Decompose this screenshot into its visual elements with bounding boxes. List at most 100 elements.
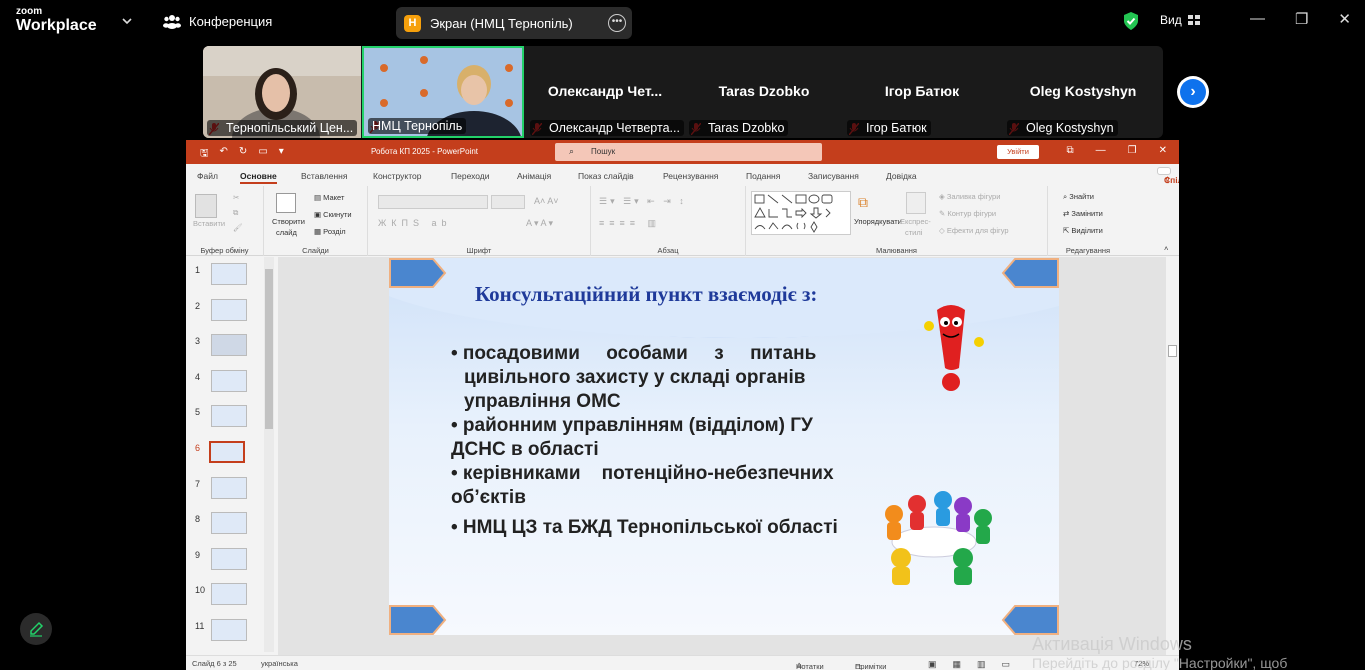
slide-thumbnail[interactable]: 5 bbox=[186, 403, 266, 433]
share-button[interactable]: ⇪ Спільний доступ bbox=[1157, 167, 1179, 195]
layout-button[interactable]: ▤ Макет bbox=[314, 193, 344, 202]
save-icon[interactable]: 🖫 bbox=[200, 146, 209, 163]
new-slide-label[interactable]: Створити bbox=[272, 217, 305, 226]
cut-icon[interactable]: ✂ bbox=[233, 193, 239, 202]
participant-tile[interactable]: Oleg Kostyshyn Oleg Kostyshyn bbox=[1003, 46, 1163, 138]
tab-slideshow[interactable]: Показ слайдів bbox=[578, 171, 634, 181]
section-button[interactable]: ▦ Розділ bbox=[314, 227, 346, 236]
quick-styles-label[interactable]: Експрес- bbox=[900, 217, 931, 226]
font-size-select[interactable] bbox=[491, 195, 525, 209]
participant-tile-video[interactable]: Тернопільський Цен... bbox=[203, 46, 361, 138]
pencil-icon bbox=[30, 621, 44, 637]
quick-styles-label-2[interactable]: стилі bbox=[905, 228, 922, 237]
paste-icon[interactable] bbox=[195, 194, 217, 218]
search-box[interactable]: ⌕ Пошук bbox=[555, 143, 822, 161]
replace-button[interactable]: ⇄ Замінити bbox=[1063, 209, 1103, 218]
slide-canvas[interactable]: Консультаційний пункт взаємодіє з: • пос… bbox=[389, 258, 1059, 635]
shape-outline-button[interactable]: ✎ Контур фігури bbox=[939, 209, 996, 218]
arrange-icon[interactable]: ⧉ bbox=[858, 194, 868, 211]
shape-effects-button[interactable]: ◇ Ефекти для фігур bbox=[939, 226, 1009, 235]
tab-animations[interactable]: Анімація bbox=[517, 171, 551, 181]
new-slide-icon[interactable] bbox=[276, 193, 296, 213]
restore-icon[interactable]: ❐ bbox=[1295, 10, 1308, 28]
list-buttons[interactable]: ☰▾ ☰▾ ⇤ ⇥ ↕ bbox=[599, 196, 687, 207]
minimize-icon[interactable]: — bbox=[1250, 10, 1265, 28]
sign-in-button[interactable]: Увійти bbox=[997, 145, 1039, 159]
tab-home[interactable]: Основне bbox=[240, 171, 277, 184]
conference-button[interactable]: Конференция bbox=[163, 13, 272, 29]
tab-record[interactable]: Записування bbox=[808, 171, 859, 181]
redo-icon[interactable]: ↻ bbox=[239, 146, 247, 163]
find-button[interactable]: ⌕ Знайти bbox=[1063, 192, 1094, 202]
copy-icon[interactable]: ⧉ bbox=[233, 208, 238, 218]
slide-number: 10 bbox=[195, 585, 206, 595]
tab-file[interactable]: Файл bbox=[197, 171, 218, 181]
undo-icon[interactable]: ↶ bbox=[220, 146, 228, 163]
tab-transitions[interactable]: Переходи bbox=[451, 171, 490, 181]
font-color-icon[interactable]: A ▾ A ▾ bbox=[526, 218, 553, 229]
chevron-down-icon[interactable] bbox=[122, 14, 132, 28]
slide-thumbnail[interactable]: 4 bbox=[186, 368, 266, 398]
slide-thumbnail-selected[interactable]: 6 bbox=[186, 439, 266, 469]
tab-insert[interactable]: Вставлення bbox=[301, 171, 347, 181]
minimize-icon[interactable]: — bbox=[1096, 145, 1106, 156]
format-painter-icon[interactable]: 🖌 bbox=[233, 223, 243, 232]
slide-preview bbox=[209, 441, 245, 463]
conference-label: Конференция bbox=[189, 13, 273, 29]
arrange-button[interactable]: Упорядкувати bbox=[854, 217, 902, 226]
restore-icon[interactable]: ❐ bbox=[1128, 145, 1137, 156]
slide-preview bbox=[211, 548, 247, 570]
slide-thumbnail[interactable]: 1 bbox=[186, 261, 266, 291]
participant-tile[interactable]: Олександр Чет... Олександр Четверта... bbox=[526, 46, 684, 138]
font-size-buttons[interactable]: A˄ A˅ bbox=[534, 196, 559, 206]
participant-tile-active-speaker[interactable]: НМЦ Тернопіль bbox=[362, 46, 524, 138]
scrollbar-thumb[interactable] bbox=[1168, 345, 1177, 357]
view-button[interactable]: Вид bbox=[1160, 13, 1200, 27]
slide-preview bbox=[211, 477, 247, 499]
ribbon-display-icon[interactable]: ⧉ bbox=[1067, 145, 1074, 156]
shape-fill-button[interactable]: ◈ Заливка фігури bbox=[939, 192, 1000, 201]
shapes-gallery[interactable] bbox=[751, 191, 851, 235]
next-participants-button[interactable]: › bbox=[1177, 76, 1209, 108]
tab-design[interactable]: Конструктор bbox=[373, 171, 421, 181]
language-indicator[interactable]: українська bbox=[261, 659, 298, 668]
paste-button[interactable]: Вставити bbox=[193, 219, 225, 228]
tab-view[interactable]: Подання bbox=[746, 171, 780, 181]
select-button[interactable]: ⇱ Виділити bbox=[1063, 226, 1103, 235]
new-slide-label-2[interactable]: слайд bbox=[276, 228, 297, 237]
close-icon[interactable]: ✕ bbox=[1338, 10, 1351, 28]
quick-styles-icon[interactable] bbox=[906, 192, 926, 214]
bullet-text: • керівниками потенційно-небезпечних bbox=[451, 463, 834, 484]
slide-thumbnail[interactable]: 10 bbox=[186, 581, 266, 611]
tab-help[interactable]: Довідка bbox=[886, 171, 917, 181]
zoom-logo[interactable]: zoom Workplace bbox=[16, 7, 97, 35]
participant-tile[interactable]: Taras Dzobko Taras Dzobko bbox=[685, 46, 843, 138]
participant-name: Taras Dzobko bbox=[689, 120, 789, 136]
screen-share-indicator[interactable]: Н Экран (НМЦ Тернопіль) ••• bbox=[396, 7, 632, 39]
reset-button[interactable]: ▣ Скинути bbox=[314, 210, 352, 219]
text-format-buttons[interactable]: ЖКПS ab bbox=[378, 218, 452, 228]
arrow-shape bbox=[1001, 605, 1059, 635]
slide-thumbnail[interactable]: 3 bbox=[186, 332, 266, 362]
start-slideshow-icon[interactable]: ▭ bbox=[258, 146, 267, 163]
slide-thumbnail[interactable]: 11 bbox=[186, 617, 266, 647]
participant-tile[interactable]: Ігор Батюк Ігор Батюк bbox=[843, 46, 1001, 138]
slide-thumbnail[interactable]: 2 bbox=[186, 297, 266, 327]
security-shield-icon[interactable] bbox=[1122, 11, 1140, 36]
more-options-icon[interactable]: ••• bbox=[608, 14, 626, 32]
thumbnail-scrollbar[interactable] bbox=[264, 257, 274, 652]
scrollbar-thumb[interactable] bbox=[265, 269, 273, 429]
slide-scrollbar[interactable] bbox=[1166, 257, 1179, 655]
align-buttons[interactable]: ≡≡≡≡ ▥ bbox=[599, 218, 661, 229]
slide-thumbnail[interactable]: 8 bbox=[186, 510, 266, 540]
view-mode-icons[interactable]: ▣▦▥▭ bbox=[928, 659, 1026, 670]
annotate-button[interactable] bbox=[20, 613, 52, 645]
customize-qat-icon[interactable]: ▾ bbox=[279, 146, 284, 163]
slide-thumbnail[interactable]: 7 bbox=[186, 475, 266, 505]
close-icon[interactable]: ✕ bbox=[1159, 145, 1167, 156]
slide-number: 1 bbox=[195, 265, 201, 275]
slide-thumbnail[interactable]: 9 bbox=[186, 546, 266, 576]
tab-review[interactable]: Рецензування bbox=[663, 171, 718, 181]
font-family-select[interactable] bbox=[378, 195, 488, 209]
collapse-ribbon-icon[interactable]: ˄ bbox=[1164, 244, 1168, 253]
